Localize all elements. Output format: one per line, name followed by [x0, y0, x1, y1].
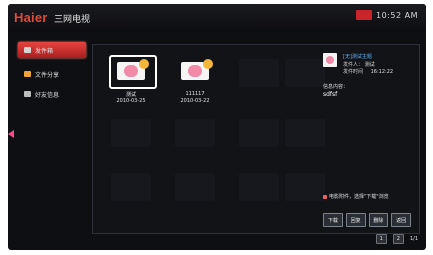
status-area: 10:52 AM — [356, 10, 418, 20]
hint-text: 电影附件，选择"下载"浏览 — [329, 194, 389, 200]
reply-button[interactable]: 回复 — [345, 213, 366, 227]
mail-title: 测试 — [125, 92, 136, 98]
download-button[interactable]: 下载 — [323, 213, 343, 227]
mail-item-2[interactable] — [175, 57, 215, 85]
clock: 10:52 AM — [376, 10, 418, 20]
brand-subtitle: 三网电视 — [54, 15, 91, 25]
content-label: 信息内容： — [323, 84, 349, 90]
sidebar: 发件箱 文件分享 好友信息 — [18, 42, 86, 122]
folder-icon — [24, 71, 31, 77]
mail-face-icon — [124, 65, 138, 77]
contacts-icon — [24, 91, 31, 97]
mail-grid: 测试 2010-03-25 111117 2010-03-22 — [95, 47, 325, 231]
empty-slot — [111, 173, 151, 201]
top-bar: Haier 三网电视 10:52 AM — [8, 4, 426, 32]
sent-time-value: 16:12:22 — [370, 69, 394, 75]
left-arrow-icon[interactable] — [8, 130, 14, 138]
brand-logo: Haier — [14, 10, 48, 25]
main-panel: 测试 2010-03-25 111117 2010-03-22 [无]测试主题 … — [92, 44, 420, 234]
screenshot-background: Haier 三网电视 10:52 AM 发件箱 文件分享 好友信息 测试 201… — [0, 0, 433, 255]
tv-ui: Haier 三网电视 10:52 AM 发件箱 文件分享 好友信息 测试 201… — [8, 4, 426, 250]
message-preview: [无]测试主题 发件人： 测试 发件时间 16:12:22 信息内容： sdfs… — [323, 53, 411, 229]
sidebar-item-file-share[interactable]: 文件分享 — [18, 66, 86, 82]
sidebar-item-label: 好友信息 — [35, 91, 60, 99]
attachment-icon — [323, 194, 327, 199]
empty-slot — [285, 59, 325, 87]
sidebar-item-outbox[interactable]: 发件箱 — [18, 42, 86, 58]
mail-face-icon — [188, 65, 202, 77]
empty-slot — [175, 119, 215, 147]
sent-time-row: 发件时间 16:12:22 — [343, 68, 393, 75]
empty-slot — [285, 173, 325, 201]
message-content: sdfsf — [323, 91, 338, 98]
status-icon — [356, 10, 373, 20]
bottom-button-2[interactable]: 2 — [392, 234, 404, 244]
empty-slot — [175, 173, 215, 201]
bottom-button-1[interactable]: 1 — [375, 234, 387, 244]
sent-time-label: 发件时间 — [343, 69, 364, 75]
page-indicator: 1/1 — [409, 236, 418, 242]
empty-slot — [285, 119, 325, 147]
empty-slot — [239, 173, 279, 201]
unread-badge-icon — [203, 59, 213, 69]
back-button[interactable]: 返回 — [391, 213, 411, 227]
delete-button[interactable]: 删除 — [368, 213, 389, 227]
mail-icon — [24, 47, 31, 53]
download-hint: 电影附件，选择"下载"浏览 — [323, 193, 389, 200]
empty-slot — [239, 59, 279, 87]
action-buttons: 下载 回复 删除 返回 — [323, 213, 411, 227]
mail-date: 2010-03-22 — [180, 98, 210, 104]
sidebar-item-friends[interactable]: 好友信息 — [18, 86, 86, 102]
mail-date: 2010-03-25 — [116, 98, 146, 104]
sidebar-item-label: 发件箱 — [35, 47, 54, 55]
message-subject: [无]测试主题 — [343, 54, 372, 60]
mail-item-1[interactable] — [111, 57, 151, 85]
unread-badge-icon — [139, 59, 149, 69]
empty-slot — [239, 119, 279, 147]
sidebar-item-label: 文件分享 — [35, 71, 60, 79]
sender-row: 发件人： 测试 — [343, 61, 375, 68]
mail-preview-icon — [323, 53, 337, 67]
mail-title: 111117 — [185, 91, 205, 97]
bottom-controls: 1 2 1/1 — [375, 234, 418, 244]
empty-slot — [111, 119, 151, 147]
